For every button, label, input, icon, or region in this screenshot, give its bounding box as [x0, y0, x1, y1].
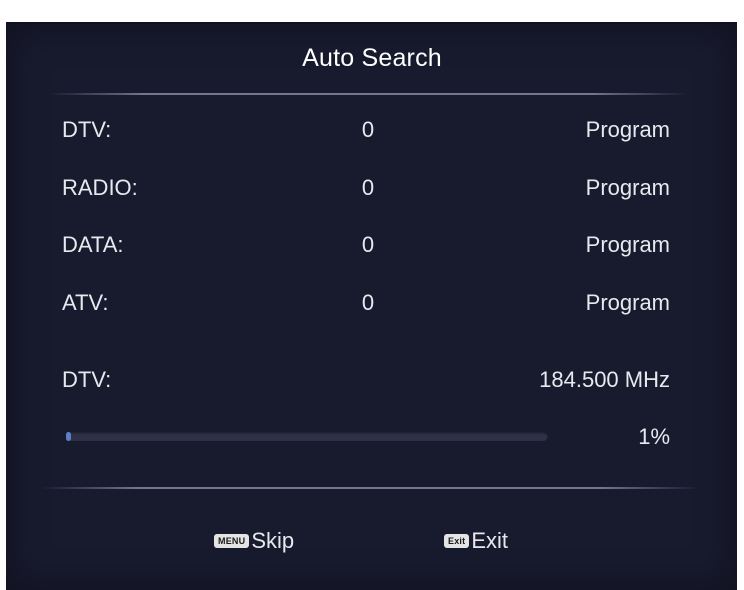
channel-unit: Program [585, 232, 670, 257]
channel-label: DATA: [62, 232, 124, 257]
channel-unit: Program [585, 175, 670, 200]
skip-label: Skip [251, 528, 295, 553]
channel-label: ATV: [62, 290, 109, 315]
channel-count: 0 [361, 175, 375, 200]
scan-frequency: 184.500 MHz [539, 367, 670, 392]
search-progress-bar [66, 432, 548, 441]
exit-key-icon: Exit [444, 534, 470, 548]
channel-count: 0 [361, 117, 375, 142]
channel-unit: Program [585, 290, 670, 315]
title-divider [48, 93, 688, 95]
channel-count: 0 [361, 290, 375, 315]
channel-label: RADIO: [62, 175, 138, 200]
scan-type-label: DTV: [62, 367, 112, 392]
channel-label: DTV: [62, 117, 112, 142]
exit-label: Exit [471, 528, 508, 553]
channel-count: 0 [361, 232, 375, 257]
exit-button[interactable]: Exit Exit [444, 528, 508, 554]
menu-key-icon: MENU [214, 534, 250, 548]
channel-unit: Program [585, 117, 670, 142]
search-progress-percent: 1% [638, 424, 670, 449]
footer-divider [40, 487, 700, 489]
dialog-title: Auto Search [302, 44, 442, 72]
screen: Auto Search DTV: 0 Program RADIO: 0 Prog… [0, 0, 744, 590]
skip-button[interactable]: MENU Skip [214, 528, 294, 554]
search-progress-fill [66, 432, 71, 441]
